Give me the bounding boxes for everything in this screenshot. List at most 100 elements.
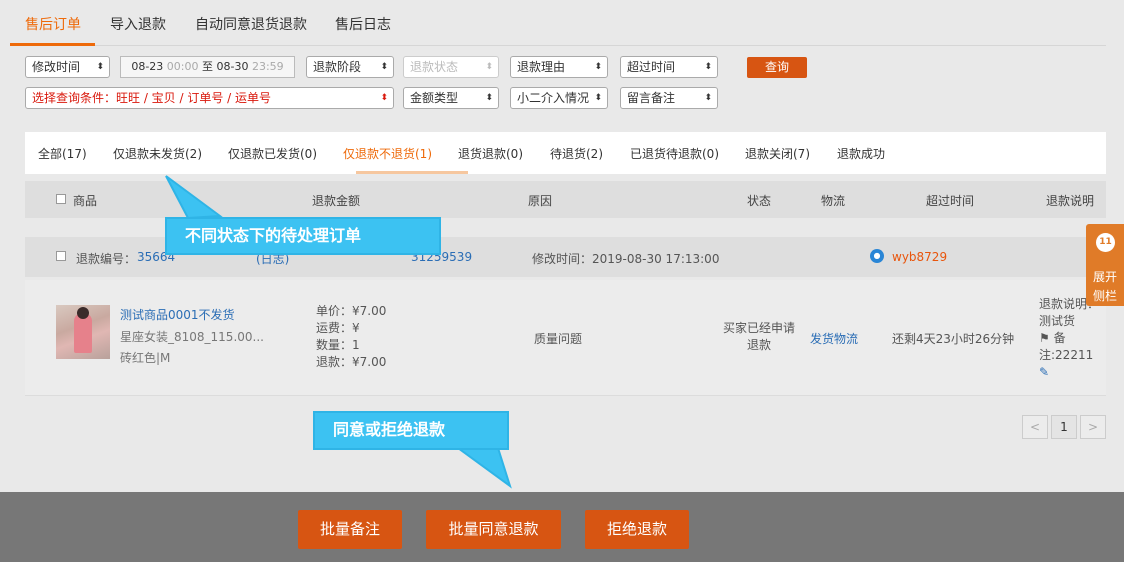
refund-reason-select[interactable]: 退款理由 ⬍ — [510, 56, 608, 78]
side-label-2: 侧栏 — [1092, 289, 1117, 303]
tab-after-sale-log[interactable]: 售后日志 — [335, 14, 391, 34]
select-all-checkbox[interactable] — [56, 194, 66, 204]
callout-tail-2 — [454, 447, 512, 489]
modified-time: 修改时间：2019-08-30 17:13:00 — [532, 252, 720, 266]
overdue-time-value: 超过时间 — [627, 60, 676, 74]
tab-auto-agree[interactable]: 自动同意退货退款 — [195, 14, 307, 34]
status-tab-indicator — [356, 171, 468, 174]
pager-next[interactable]: > — [1080, 415, 1106, 439]
status-tab-refund-success[interactable]: 退款成功 — [837, 145, 885, 162]
query-button[interactable]: 查询 — [747, 57, 807, 78]
callout-tail-1 — [165, 175, 223, 220]
amount-details: 单价：¥7.00 运费：¥ 数量：1 退款：¥7.00 — [316, 303, 386, 371]
remark-select[interactable]: 留言备注 ⬍ — [620, 87, 718, 109]
status-line-2: 退款 — [746, 338, 771, 352]
date-range-input[interactable]: 08-23 00:00 至 08-30 23:59 — [120, 56, 295, 78]
freight: 运费：¥ — [316, 321, 360, 335]
product-name-link[interactable]: 测试商品0001不发货 — [120, 306, 235, 323]
status-tab-await-return[interactable]: 待退货(2) — [550, 145, 603, 162]
select-arrow-icon: ⬍ — [594, 93, 602, 103]
refund-status-value: 退款状态 — [410, 60, 459, 74]
date-start-time: 00:00 — [166, 60, 199, 73]
status-tab-refund-shipped[interactable]: 仅退款已发货(0) — [228, 145, 317, 162]
status-tab-refund-unshipped[interactable]: 仅退款未发货(2) — [113, 145, 202, 162]
select-arrow-icon: ⬍ — [96, 62, 104, 72]
note-line-3: ⚑ 备 — [1039, 330, 1099, 347]
status-tab-refund-no-return[interactable]: 仅退款不退货(1) — [343, 145, 432, 162]
top-tab-bar: 售后订单 导入退款 自动同意退货退款 售后日志 — [10, 0, 1106, 46]
product-sku: 砖红色|M — [120, 351, 171, 365]
product-thumbnail[interactable] — [56, 305, 110, 359]
note-line-2: 测试货 — [1039, 314, 1076, 328]
note-line-4: 注:22211 — [1039, 348, 1094, 362]
callout-agree-or-reject: 同意或拒绝退款 — [313, 411, 509, 450]
status-tab-return-refund[interactable]: 退货退款(0) — [458, 145, 523, 162]
refund-stage-select[interactable]: 退款阶段 ⬍ — [306, 56, 394, 78]
col-logistics: 物流 — [821, 194, 846, 208]
order-row: 测试商品0001不发货 星座女装_8108_115.00... 砖红色|M 单价… — [25, 280, 1106, 396]
overdue-remaining: 还剩4天23小时26分钟 — [892, 332, 1015, 346]
select-arrow-icon: ⬍ — [704, 93, 712, 103]
col-amount: 退款金额 — [312, 194, 361, 208]
query-condition-select[interactable]: 选择查询条件：旺旺 / 宝贝 / 订单号 / 运单号 ⬍ — [25, 87, 394, 109]
col-overdue: 超过时间 — [926, 194, 975, 208]
timer-icon: 11 — [1096, 233, 1115, 252]
side-label-1: 展开 — [1092, 270, 1117, 284]
date-end-time: 23:59 — [251, 60, 284, 73]
refund-status: 买家已经申请 退款 — [723, 320, 795, 354]
date-separator: 至 — [202, 60, 213, 73]
refund-amount: 退款：¥7.00 — [316, 355, 387, 369]
pager-current[interactable]: 1 — [1051, 415, 1077, 439]
col-status: 状态 — [747, 194, 772, 208]
refund-stage-value: 退款阶段 — [313, 60, 362, 74]
date-end: 08-30 — [216, 60, 249, 73]
remark-value: 留言备注 — [627, 91, 676, 105]
reject-refund-button[interactable]: 拒绝退款 — [585, 510, 689, 549]
refund-note: 退款说明： 测试货 ⚑ 备 注:22211 ✎ — [1039, 296, 1099, 381]
select-arrow-icon: ⬍ — [380, 62, 388, 72]
col-reason: 原因 — [528, 194, 553, 208]
date-start: 08-23 — [131, 60, 164, 73]
thumbnail-figure — [74, 313, 92, 353]
refund-reason-value: 退款理由 — [517, 60, 566, 74]
flag-icon: ⚑ — [1039, 331, 1050, 345]
status-tab-bar: 全部(17) 仅退款未发货(2) 仅退款已发货(0) 仅退款不退货(1) 退货退… — [25, 132, 1106, 174]
unit-price: 单价：¥7.00 — [316, 304, 387, 318]
tab-import-refund[interactable]: 导入退款 — [110, 14, 166, 34]
xiaoer-select[interactable]: 小二介入情况 ⬍ — [510, 87, 608, 109]
batch-agree-refund-button[interactable]: 批量同意退款 — [426, 510, 561, 549]
wangwang-icon[interactable]: ● — [870, 249, 884, 263]
product-shop: 星座女装_8108_115.00... — [120, 330, 264, 344]
pager-prev[interactable]: < — [1022, 415, 1048, 439]
status-tab-returned-await-refund[interactable]: 已退货待退款(0) — [630, 145, 719, 162]
active-tab-indicator — [10, 43, 95, 46]
quantity: 数量：1 — [316, 338, 360, 352]
expand-sidebar-button[interactable]: 11 展开 侧栏 — [1086, 224, 1124, 306]
select-arrow-icon: ⬍ — [594, 62, 602, 72]
overdue-time-select[interactable]: 超过时间 ⬍ — [620, 56, 718, 78]
col-product: 商品 — [73, 194, 98, 208]
order-checkbox[interactable] — [56, 251, 66, 261]
select-arrow-icon: ⬍ — [485, 62, 493, 72]
edit-icon[interactable]: ✎ — [1039, 364, 1099, 381]
amount-type-select[interactable]: 金额类型 ⬍ — [403, 87, 499, 109]
amount-type-value: 金额类型 — [410, 91, 459, 105]
status-tab-all[interactable]: 全部(17) — [38, 145, 87, 162]
status-tab-refund-closed[interactable]: 退款关闭(7) — [745, 145, 810, 162]
time-type-value: 修改时间 — [32, 60, 81, 74]
refund-status-select[interactable]: 退款状态 ⬍ — [403, 56, 499, 78]
tab-after-sale-orders[interactable]: 售后订单 — [25, 14, 81, 34]
refund-no-label: 退款编号： — [76, 252, 137, 266]
note-remark-label: 备 — [1053, 331, 1066, 345]
select-arrow-icon: ⬍ — [704, 62, 712, 72]
callout-pending-orders: 不同状态下的待处理订单 — [165, 217, 441, 255]
time-type-select[interactable]: 修改时间 ⬍ — [25, 56, 110, 78]
refund-reason: 质量问题 — [534, 332, 583, 346]
query-condition-value: 选择查询条件：旺旺 / 宝贝 / 订单号 / 运单号 — [32, 91, 272, 105]
select-arrow-icon: ⬍ — [380, 93, 388, 103]
batch-remark-button[interactable]: 批量备注 — [298, 510, 402, 549]
buyer-name[interactable]: wyb8729 — [892, 250, 947, 264]
select-arrow-icon: ⬍ — [485, 93, 493, 103]
logistics-link[interactable]: 发货物流 — [810, 330, 858, 347]
thumbnail-head — [77, 307, 89, 319]
